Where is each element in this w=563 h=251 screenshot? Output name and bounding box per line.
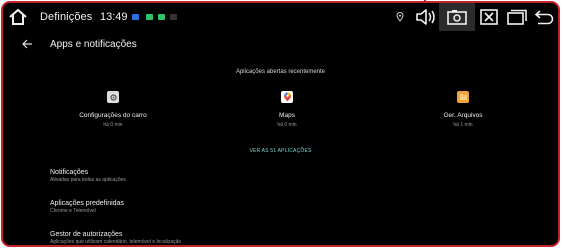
volume-icon[interactable] <box>415 8 437 26</box>
recent-apps-heading: Aplicações abertas recentemente <box>235 69 326 75</box>
recent-app-time: há 0 min <box>103 122 123 128</box>
file-manager-icon <box>457 91 469 103</box>
recent-app[interactable]: Ger. Arquivos há 1 min <box>393 91 533 128</box>
car-settings-icon <box>107 91 119 103</box>
recent-app-name: Configurações do carro <box>79 112 147 119</box>
settings-item-subtitle: Chrome e Telemóvel <box>50 208 96 214</box>
settings-item-permission-manager[interactable]: Gestor de autorizações Aplicações que ut… <box>50 231 181 245</box>
maps-icon <box>281 91 293 103</box>
back-arrow-icon[interactable] <box>21 38 33 50</box>
status-bar: Definições 13:49 <box>3 3 558 31</box>
app-title: Definições <box>40 11 93 23</box>
recent-app-time: há 0 min <box>277 122 297 128</box>
notification-icon <box>132 14 139 20</box>
recent-app-name: Maps <box>279 112 295 119</box>
notification-icon <box>170 14 177 20</box>
settings-item-subtitle: Aplicações que utilizam calendário, tele… <box>50 239 182 245</box>
screenshot-icon[interactable] <box>447 9 467 25</box>
see-all-apps-link[interactable]: VER AS 51 APLICAÇÕES <box>3 148 558 154</box>
location-icon <box>396 12 404 22</box>
settings-item-default-apps[interactable]: Aplicações predefinidas Chrome e Telemóv… <box>50 200 124 214</box>
screen-frame: Definições 13:49 Apps e notificações Apl… <box>1 1 560 247</box>
settings-item-title: Gestor de autorizações <box>50 231 123 238</box>
notification-icon <box>146 14 153 20</box>
settings-item-subtitle: Ativadas para todas as aplicações <box>50 177 126 183</box>
settings-item-title: Aplicações predefinidas <box>50 200 124 207</box>
settings-item-title: Notificações <box>50 169 89 176</box>
recents-icon[interactable] <box>507 9 527 25</box>
home-icon[interactable] <box>8 7 28 27</box>
settings-item-notifications[interactable]: Notificações Ativadas para todas as apli… <box>50 169 126 183</box>
page-title: Apps e notificações <box>50 39 137 50</box>
recent-app-time: há 1 min <box>453 122 473 128</box>
notification-icon <box>158 14 165 20</box>
clock: 13:49 <box>100 11 128 23</box>
close-app-icon[interactable] <box>480 9 498 25</box>
back-icon[interactable] <box>534 9 554 25</box>
recent-app[interactable]: Maps há 0 min <box>217 91 357 128</box>
recent-app[interactable]: Configurações do carro há 0 min <box>43 91 183 128</box>
recent-app-name: Ger. Arquivos <box>443 112 483 119</box>
